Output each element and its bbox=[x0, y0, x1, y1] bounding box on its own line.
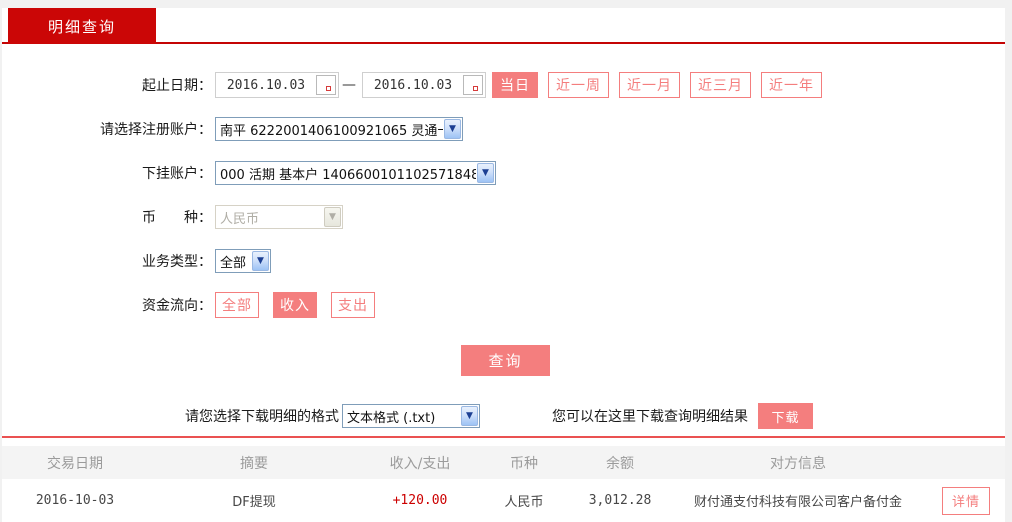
cell-balance: 3,012.28 bbox=[588, 493, 652, 508]
business-type-value: 全部 bbox=[220, 255, 247, 271]
tab-bar: 明细查询 bbox=[2, 8, 1005, 44]
date-range-row: 起止日期： 2016.10.03 — 2016.10.03 当日 近一周 近一月… bbox=[2, 72, 1005, 98]
chevron-down-icon[interactable]: ▼ bbox=[461, 406, 478, 426]
header-counterparty: 对方信息 bbox=[770, 455, 826, 472]
query-button[interactable]: 查询 bbox=[461, 345, 550, 376]
detail-button[interactable]: 详情 bbox=[942, 486, 990, 515]
quick-range-today-button[interactable]: 当日 bbox=[492, 72, 538, 98]
header-summary: 摘要 bbox=[240, 455, 268, 472]
registered-account-row: 请选择注册账户： 南平 6222001406100921065 灵通卡 ▼ bbox=[2, 116, 1005, 142]
cell-currency: 人民币 bbox=[504, 495, 544, 510]
sub-account-label: 下挂账户： bbox=[142, 166, 212, 182]
cell-counterparty: 财付通支付科技有限公司客户备付金 bbox=[693, 495, 902, 510]
business-type-select[interactable]: 全部 ▼ bbox=[215, 249, 271, 273]
date-range-separator: — bbox=[342, 77, 356, 93]
date-to-input[interactable]: 2016.10.03 bbox=[362, 72, 486, 98]
table-row: 2016-10-03 DF提现 +120.00 人民币 3,012.28 财付通… bbox=[2, 479, 1005, 522]
cell-summary: DF提现 bbox=[232, 495, 276, 510]
download-format-label: 请您选择下载明细的格式 bbox=[185, 409, 339, 425]
date-from-value[interactable]: 2016.10.03 bbox=[216, 78, 316, 93]
calendar-icon-today-mark bbox=[473, 86, 478, 91]
download-format-value: 文本格式 (.txt) bbox=[347, 410, 436, 426]
download-format-select[interactable]: 文本格式 (.txt) ▼ bbox=[342, 404, 480, 428]
download-button[interactable]: 下载 bbox=[758, 403, 813, 429]
chevron-down-icon[interactable]: ▼ bbox=[477, 163, 494, 183]
date-range-label: 起止日期： bbox=[142, 78, 212, 94]
header-amount: 收入/支出 bbox=[389, 455, 451, 472]
calendar-icon[interactable] bbox=[463, 75, 483, 95]
table-separator-line bbox=[2, 436, 1005, 438]
sub-account-row: 下挂账户： 000 活期 基本户 1406600101102571848 ▼ bbox=[2, 160, 1005, 186]
registered-account-select[interactable]: 南平 6222001406100921065 灵通卡 ▼ bbox=[215, 117, 463, 141]
fund-flow-expense-button[interactable]: 支出 bbox=[331, 292, 375, 318]
sub-account-select[interactable]: 000 活期 基本户 1406600101102571848 ▼ bbox=[215, 161, 496, 185]
chevron-down-icon[interactable]: ▼ bbox=[444, 119, 461, 139]
table-header: 交易日期 摘要 收入/支出 币种 余额 对方信息 bbox=[2, 446, 1005, 479]
date-to-value[interactable]: 2016.10.03 bbox=[363, 78, 463, 93]
quick-range-year-button[interactable]: 近一年 bbox=[761, 72, 822, 98]
business-type-row: 业务类型： 全部 ▼ bbox=[2, 248, 1005, 274]
download-hint-text: 您可以在这里下载查询明细结果 bbox=[552, 409, 748, 425]
content-panel: 明细查询 起止日期： 2016.10.03 — 2016.10.03 当日 近一… bbox=[2, 8, 1005, 522]
chevron-down-icon[interactable]: ▼ bbox=[252, 251, 269, 271]
currency-label: 币 种： bbox=[142, 210, 212, 226]
quick-range-month-button[interactable]: 近一月 bbox=[619, 72, 680, 98]
business-type-label: 业务类型： bbox=[142, 254, 212, 270]
fund-flow-label: 资金流向： bbox=[142, 298, 212, 314]
currency-value: 人民币 bbox=[220, 211, 260, 227]
calendar-icon-today-mark bbox=[326, 86, 331, 91]
header-currency: 币种 bbox=[510, 455, 538, 472]
query-form: 起止日期： 2016.10.03 — 2016.10.03 当日 近一周 近一月… bbox=[2, 44, 1005, 429]
date-from-input[interactable]: 2016.10.03 bbox=[215, 72, 339, 98]
cell-amount: +120.00 bbox=[392, 493, 448, 508]
currency-row: 币 种： 人民币 ▼ bbox=[2, 204, 1005, 230]
currency-select: 人民币 ▼ bbox=[215, 205, 343, 229]
header-balance: 余额 bbox=[606, 455, 634, 472]
quick-range-week-button[interactable]: 近一周 bbox=[548, 72, 609, 98]
header-date: 交易日期 bbox=[47, 455, 103, 472]
fund-flow-all-button[interactable]: 全部 bbox=[215, 292, 259, 318]
sub-account-value: 000 活期 基本户 1406600101102571848 bbox=[220, 167, 476, 183]
fund-flow-row: 资金流向： 全部 收入 支出 bbox=[2, 292, 1005, 318]
chevron-down-icon: ▼ bbox=[324, 207, 341, 227]
registered-account-label: 请选择注册账户： bbox=[100, 122, 212, 138]
tab-details-query[interactable]: 明细查询 bbox=[8, 8, 156, 44]
fund-flow-income-button[interactable]: 收入 bbox=[273, 292, 317, 318]
cell-date: 2016-10-03 bbox=[35, 493, 115, 508]
registered-account-value: 南平 6222001406100921065 灵通卡 bbox=[220, 123, 443, 139]
details-query-page: 明细查询 起止日期： 2016.10.03 — 2016.10.03 当日 近一… bbox=[0, 0, 1012, 522]
calendar-icon[interactable] bbox=[316, 75, 336, 95]
download-row: 请您选择下载明细的格式 文本格式 (.txt) ▼ 您可以在这里下载查询明细结果… bbox=[2, 403, 1005, 429]
quick-range-quarter-button[interactable]: 近三月 bbox=[690, 72, 751, 98]
